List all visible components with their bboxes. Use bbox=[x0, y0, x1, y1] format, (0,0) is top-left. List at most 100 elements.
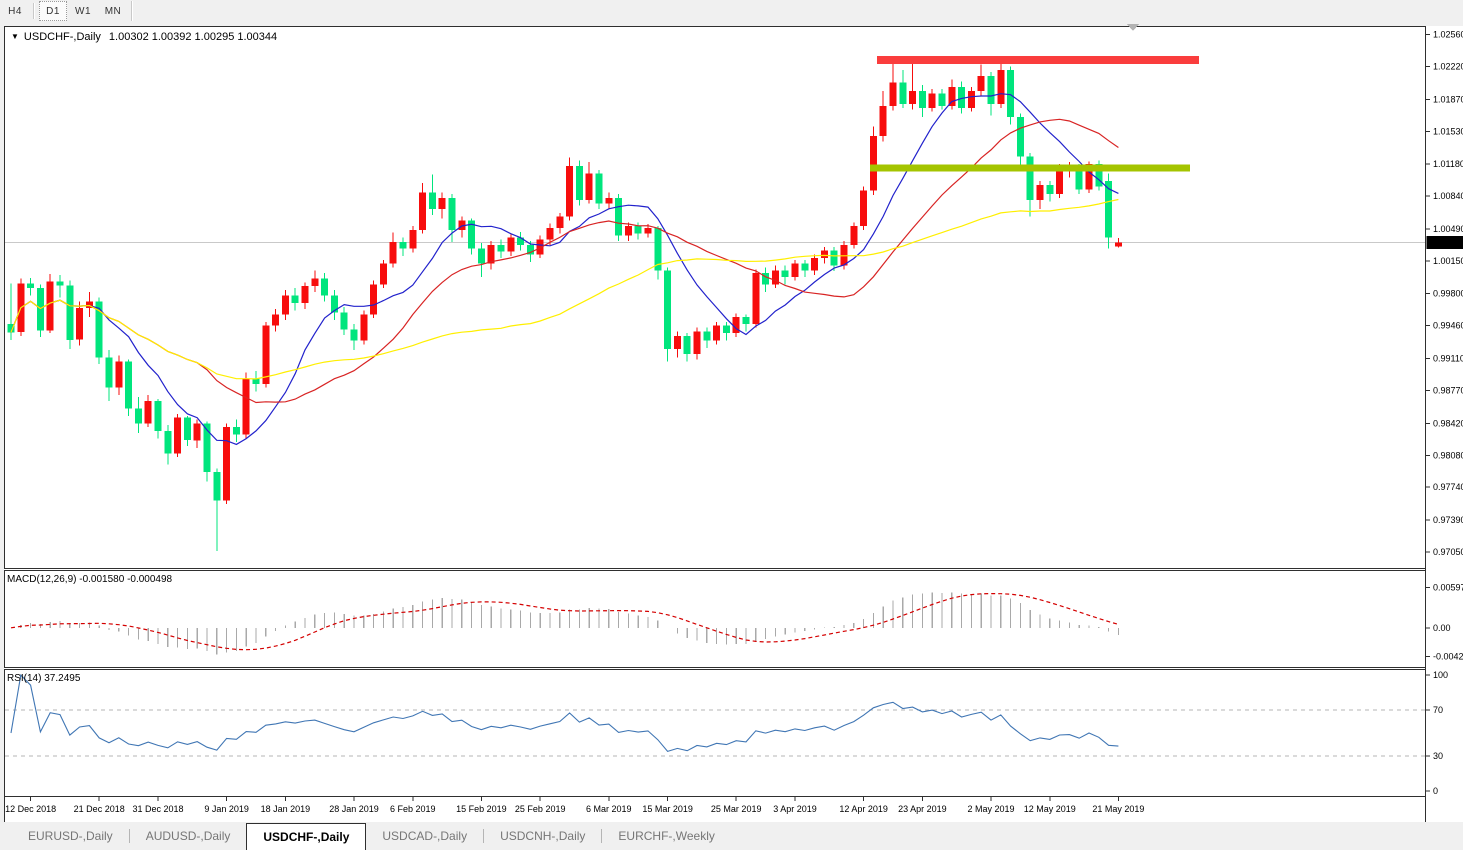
chart-title: ▼ USDCHF-,Daily 1.00302 1.00392 1.00295 1.… bbox=[11, 31, 277, 43]
candle-body bbox=[282, 296, 289, 315]
axis-tick-label: 28 Jan 2019 bbox=[329, 804, 379, 814]
candle-body bbox=[351, 329, 358, 340]
candle-body bbox=[929, 94, 936, 108]
candle-body bbox=[850, 226, 857, 245]
time-axis[interactable]: 12 Dec 201821 Dec 201831 Dec 20189 Jan 2… bbox=[5, 796, 1425, 823]
axis-tick-label: 31 Dec 2018 bbox=[132, 804, 183, 814]
toolbar-separator bbox=[33, 3, 35, 19]
candle-body bbox=[507, 237, 514, 251]
candle-body bbox=[47, 282, 54, 331]
candle-body bbox=[988, 76, 995, 104]
candle-body bbox=[723, 326, 730, 334]
candle-body bbox=[948, 87, 955, 106]
axis-tick-label: 0.97390 bbox=[1433, 515, 1463, 525]
candle-body bbox=[262, 326, 269, 384]
resistance-line[interactable] bbox=[877, 56, 1199, 64]
candle-body bbox=[321, 279, 328, 296]
candle-body bbox=[194, 423, 201, 440]
candle-body bbox=[890, 82, 897, 106]
support-line[interactable] bbox=[870, 164, 1190, 171]
axis-tick-label: 1.02220 bbox=[1433, 61, 1463, 71]
candle-body bbox=[968, 91, 975, 108]
candle-body bbox=[233, 427, 240, 435]
axis-tick-label: 6 Feb 2019 bbox=[390, 804, 436, 814]
chart-tab-usdcad[interactable]: USDCAD-,Daily bbox=[366, 822, 483, 850]
chart-symbol-label: USDCHF-,Daily bbox=[24, 31, 101, 43]
axis-tick-label: 25 Mar 2019 bbox=[711, 804, 762, 814]
candle-body bbox=[713, 326, 720, 341]
candle-body bbox=[135, 408, 142, 423]
axis-tick-label: 0.97740 bbox=[1433, 482, 1463, 492]
candle-body bbox=[1037, 185, 1044, 200]
candle-body bbox=[311, 279, 318, 287]
rsi-indicator-label: RSI(14) 37.2495 bbox=[7, 673, 80, 684]
candle-body bbox=[1007, 70, 1014, 117]
candle-body bbox=[419, 192, 426, 230]
candles-layer bbox=[8, 57, 1122, 551]
candle-body bbox=[1046, 185, 1053, 194]
timeframe-button-d1[interactable]: D1 bbox=[39, 1, 67, 21]
rsi-line bbox=[11, 675, 1118, 751]
axis-tick-label: 1.00150 bbox=[1433, 256, 1463, 266]
candle-body bbox=[615, 198, 622, 236]
candle-body bbox=[145, 401, 152, 424]
axis-tick-label: 1.02560 bbox=[1433, 30, 1463, 40]
candle-body bbox=[27, 283, 34, 288]
axis-tick-label: 3 Apr 2019 bbox=[773, 804, 817, 814]
axis-tick-label: 6 Mar 2019 bbox=[586, 804, 632, 814]
timeframe-button-mn[interactable]: MN bbox=[99, 1, 127, 21]
chart-tab-eurusd[interactable]: EURUSD-,Daily bbox=[12, 822, 129, 850]
candle-body bbox=[909, 91, 916, 104]
axis-tick-label: 15 Feb 2019 bbox=[456, 804, 507, 814]
candle-body bbox=[978, 76, 985, 91]
candle-body bbox=[57, 282, 64, 286]
main-price-chart[interactable] bbox=[5, 27, 1425, 568]
candle-body bbox=[243, 378, 250, 434]
candle-body bbox=[184, 418, 191, 441]
axis-tick-label: 12 May 2019 bbox=[1024, 804, 1076, 814]
chart-tab-audusd[interactable]: AUDUSD-,Daily bbox=[130, 822, 247, 850]
timeframe-button-w1[interactable]: W1 bbox=[69, 1, 97, 21]
candle-body bbox=[380, 264, 387, 285]
macd-histogram bbox=[11, 592, 1118, 654]
axis-tick-label: 1.00344 bbox=[1429, 238, 1462, 248]
axis-tick-label: 0.98080 bbox=[1433, 450, 1463, 460]
candle-body bbox=[811, 258, 818, 270]
candle-body bbox=[302, 286, 309, 303]
candle-body bbox=[645, 228, 652, 234]
axis-tick-label: 70 bbox=[1433, 705, 1443, 715]
axis-tick-label: 0.99110 bbox=[1433, 354, 1463, 364]
rsi-panel-chart[interactable] bbox=[5, 670, 1425, 796]
candle-body bbox=[125, 361, 132, 408]
candle-body bbox=[390, 242, 397, 264]
candle-body bbox=[1056, 172, 1063, 195]
candle-body bbox=[409, 230, 416, 249]
chart-tab-usdcnh[interactable]: USDCNH-,Daily bbox=[484, 822, 601, 850]
axis-tick-label: 1.01530 bbox=[1433, 126, 1463, 136]
chart-tab-usdchf[interactable]: USDCHF-,Daily bbox=[246, 823, 366, 850]
candle-body bbox=[782, 270, 789, 277]
candle-body bbox=[997, 70, 1004, 104]
candle-body bbox=[694, 331, 701, 354]
candle-body bbox=[596, 174, 603, 204]
candle-body bbox=[106, 358, 113, 388]
mid-ma-line bbox=[11, 119, 1118, 402]
candle-body bbox=[664, 270, 671, 349]
axis-tick-label: 12 Apr 2019 bbox=[839, 804, 888, 814]
candle-body bbox=[733, 317, 740, 333]
axis-tick-label: 18 Jan 2019 bbox=[261, 804, 311, 814]
axis-tick-label: -0.004243 bbox=[1433, 652, 1463, 662]
candle-body bbox=[566, 166, 573, 217]
candle-body bbox=[272, 314, 279, 325]
candle-body bbox=[674, 336, 681, 349]
candle-body bbox=[831, 251, 838, 266]
macd-panel-chart[interactable] bbox=[5, 571, 1425, 667]
price-axis[interactable]: 1.025601.022201.018701.015301.011801.008… bbox=[1425, 26, 1463, 822]
candle-body bbox=[164, 431, 171, 454]
candle-body bbox=[174, 418, 181, 454]
timeframe-button-h4[interactable]: H4 bbox=[1, 1, 29, 21]
axis-tick-label: 2 May 2019 bbox=[967, 804, 1014, 814]
collapse-arrow-icon[interactable]: ▼ bbox=[11, 32, 19, 41]
chart-ohlc-readout: 1.00302 1.00392 1.00295 1.00344 bbox=[109, 31, 277, 43]
chart-tab-eurchf[interactable]: EURCHF-,Weekly bbox=[602, 822, 730, 850]
